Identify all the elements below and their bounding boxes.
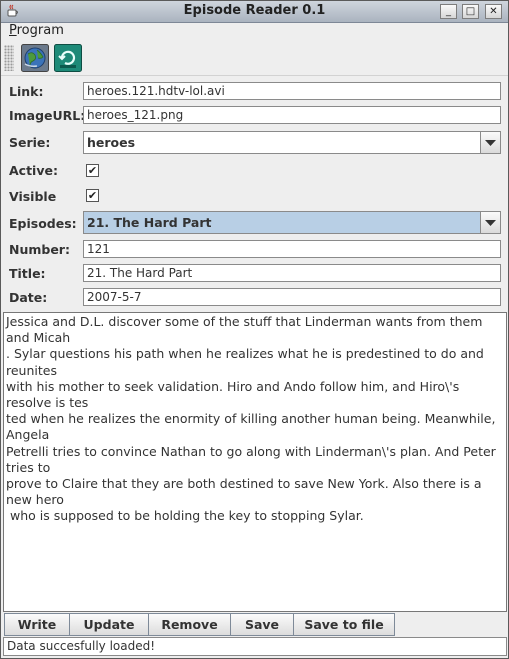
menu-bar: Program [1,22,508,40]
date-label: Date: [9,290,48,305]
episodes-selected-value: 21. The Hard Part [87,215,212,230]
active-checkbox[interactable]: ✔ [86,164,99,177]
serie-selected-value: heroes [87,135,136,150]
visible-checkbox[interactable]: ✔ [86,189,99,202]
serie-label: Serie: [9,135,51,150]
status-bar: Data succesfully loaded! [3,637,507,656]
menu-program[interactable]: Program [9,23,64,38]
active-label: Active: [9,163,58,178]
save-to-file-button[interactable]: Save to file [293,613,395,636]
title-field[interactable]: 21. The Hard Part [83,264,501,282]
toolbar-grip[interactable] [4,45,14,71]
description-textarea[interactable]: Jessica and D.L. discover some of the st… [3,312,507,612]
number-label: Number: [9,242,70,257]
title-bar[interactable]: Episode Reader 0.1 _ □ ✕ [1,1,508,23]
remove-button[interactable]: Remove [148,613,231,636]
globe-icon [21,44,49,72]
episodes-label: Episodes: [9,216,77,231]
refresh-icon [54,44,82,72]
serie-dropdown-button[interactable] [480,132,500,153]
app-window: Episode Reader 0.1 _ □ ✕ Program Link: h… [0,0,509,659]
image-url-label: ImageURL: [9,108,86,123]
close-button[interactable]: ✕ [485,4,502,19]
link-label: Link: [9,84,44,99]
update-button[interactable]: Update [69,613,149,636]
chevron-down-icon [485,140,496,146]
toolbar [1,41,508,76]
refresh-button[interactable] [54,44,82,72]
window-title: Episode Reader 0.1 [183,3,326,18]
minimize-button[interactable]: _ [440,4,457,19]
date-field[interactable]: 2007-5-7 [83,288,501,306]
episodes-dropdown-button[interactable] [480,212,500,233]
chevron-down-icon [485,220,496,226]
episodes-select[interactable]: 21. The Hard Part [83,211,501,234]
serie-select[interactable]: heroes [83,131,501,154]
write-button[interactable]: Write [4,613,70,636]
maximize-button[interactable]: □ [462,4,479,19]
save-button[interactable]: Save [230,613,294,636]
number-field[interactable]: 121 [83,240,501,258]
visible-label: Visible [9,189,57,204]
link-field[interactable]: heroes.121.hdtv-lol.avi [83,82,501,100]
globe-button[interactable] [21,44,49,72]
title-label: Title: [9,266,46,281]
image-url-field[interactable]: heroes_121.png [83,106,501,124]
